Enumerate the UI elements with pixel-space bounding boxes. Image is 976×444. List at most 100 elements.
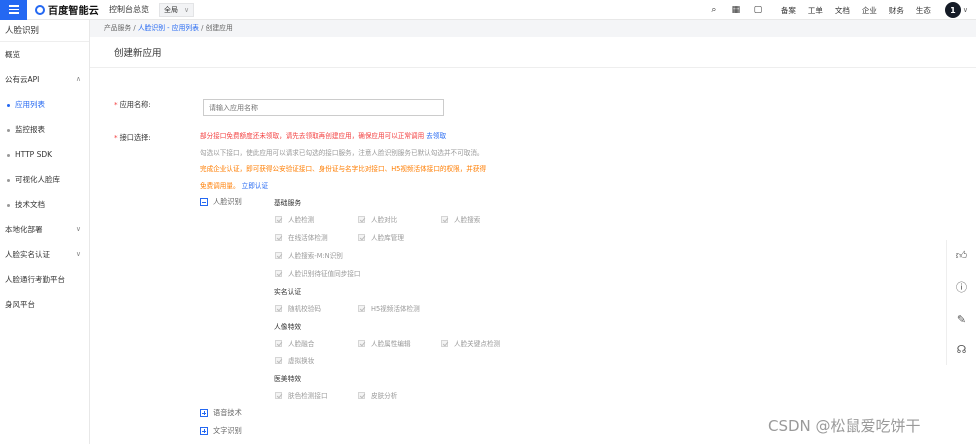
- grid-icon[interactable]: ▦: [725, 5, 747, 15]
- expand-icon[interactable]: [200, 409, 208, 417]
- headset-icon[interactable]: ☊: [957, 343, 967, 356]
- breadcrumb-product[interactable]: 产品服务: [104, 24, 131, 32]
- group-real-name: 实名认证: [274, 288, 302, 296]
- checkbox-skin-color[interactable]: 肤色检测接口: [275, 390, 328, 400]
- group-image: 人像特效: [274, 323, 302, 331]
- logo-icon: [35, 4, 45, 15]
- checkbox-virtual[interactable]: 虚拟换妆: [275, 355, 314, 365]
- group-beauty: 医美特效: [274, 375, 302, 383]
- checkbox-icon[interactable]: [275, 339, 282, 347]
- required-mark: *: [114, 133, 118, 142]
- region-value: 全局: [164, 5, 178, 14]
- sidebar-title: 人脸识别: [0, 20, 89, 42]
- checkbox-label: 虚拟换妆: [288, 357, 315, 365]
- tree-node-speech[interactable]: 语音技术: [200, 408, 242, 418]
- app-name-label-text: 应用名称:: [119, 100, 151, 109]
- checkbox-label: 皮肤分析: [371, 392, 398, 400]
- sidebar-item-visual-lib[interactable]: 可视化人脸库: [0, 167, 89, 192]
- thumbs-up-icon[interactable]: 👍︎: [956, 249, 968, 262]
- sidebar-item-label: HTTP SDK: [15, 150, 53, 159]
- checkbox-label: 人脸对比: [371, 216, 398, 224]
- checkbox-label: 人脸搜索-M:N识别: [288, 252, 343, 260]
- checkbox-sync: 人脸识别待征值同步接口: [275, 268, 361, 278]
- sidebar-item-access[interactable]: 人脸通行考勤平台: [0, 267, 89, 292]
- help-icon[interactable]: ⓘ: [956, 279, 967, 295]
- checkbox-label: 人脸识别待征值同步接口: [288, 270, 361, 278]
- checkbox-label: 人脸检测: [288, 216, 315, 224]
- checkbox-keypoint[interactable]: 人脸关键点检测: [441, 338, 500, 348]
- sidebar-item-label: 本地化部署: [5, 225, 43, 234]
- breadcrumb-separator: /: [198, 24, 206, 32]
- sidebar-item-http-sdk[interactable]: HTTP SDK: [0, 142, 89, 167]
- nav-ecosystem[interactable]: 生态: [916, 5, 931, 16]
- sidebar-item-monitor[interactable]: 监控报表: [0, 117, 89, 142]
- checkbox-icon: [275, 215, 282, 223]
- checkbox-h5: H5视频活体检测: [358, 303, 420, 313]
- checkbox-icon[interactable]: [275, 391, 282, 399]
- checkbox-icon[interactable]: [358, 339, 365, 347]
- main-panel: 创建新应用 *应用名称: *接口选择: 部分接口免费额度还未领取，请先去领取再创…: [90, 37, 976, 444]
- checkbox-label: 人脸属性编辑: [371, 340, 411, 348]
- avatar[interactable]: 1: [944, 2, 961, 18]
- sidebar-item-app-list[interactable]: 应用列表: [0, 92, 89, 117]
- region-select[interactable]: 全局 ∨: [159, 2, 195, 17]
- checkbox-attr-edit[interactable]: 人脸属性编辑: [358, 338, 411, 348]
- bullet-icon: [7, 128, 10, 132]
- edit-icon[interactable]: ✎: [957, 313, 966, 326]
- api-label-text: 接口选择:: [119, 133, 151, 142]
- checkbox-skin[interactable]: 皮肤分析: [358, 390, 397, 400]
- sidebar-item-risk[interactable]: 身风平台: [0, 292, 89, 317]
- nav-docs[interactable]: 文档: [835, 5, 850, 16]
- sidebar-item-label: 公有云API: [5, 75, 40, 84]
- checkbox-icon[interactable]: [358, 391, 365, 399]
- expand-icon[interactable]: [200, 427, 208, 435]
- checkbox-merge[interactable]: 人脸融合: [275, 338, 314, 348]
- checkbox-detect: 人脸检测: [275, 214, 314, 224]
- console-link[interactable]: 控制台总览: [109, 4, 149, 15]
- note-select: 勾选以下接口，使此应用可以请求已勾选的接口服务，注意人脸识别服务已默认勾选并不可…: [200, 148, 484, 157]
- sidebar-item-real-name[interactable]: 人脸实名认证 ∨: [0, 242, 89, 267]
- claim-link[interactable]: 去领取: [426, 132, 446, 140]
- sidebar-item-overview[interactable]: 概览: [0, 42, 89, 67]
- chevron-up-icon: ∧: [75, 75, 81, 83]
- sidebar-item-label: 监控报表: [15, 125, 45, 134]
- logo[interactable]: 百度智能云: [35, 2, 99, 17]
- checkbox-icon[interactable]: [275, 356, 282, 364]
- bullet-icon: [7, 153, 10, 157]
- api-notes: 部分接口免费额度还未领取，请先去领取再创建应用，确保应用可以正常调用 去领取 勾…: [200, 128, 540, 194]
- breadcrumb-app-list[interactable]: 人脸识别 - 应用列表: [138, 24, 199, 32]
- top-bar: 百度智能云 控制台总览 全局 ∨ ⌕ ▦ ▢ 备案 工单 文档 企业 财务 生态…: [0, 0, 976, 20]
- sidebar-item-local-deploy[interactable]: 本地化部署 ∨: [0, 217, 89, 242]
- sidebar-item-label: 人脸实名认证: [5, 250, 50, 259]
- tree-node-face[interactable]: 人脸识别: [200, 197, 242, 207]
- checkbox-label: 人脸关键点检测: [454, 340, 501, 348]
- checkbox-icon[interactable]: [441, 339, 448, 347]
- chevron-down-icon: ∨: [184, 5, 190, 14]
- sidebar-item-public-api[interactable]: 公有云API ∧: [0, 67, 89, 92]
- checkbox-search-mn: 人脸搜索-M:N识别: [275, 250, 343, 260]
- nav-ticket[interactable]: 工单: [808, 5, 823, 16]
- sidebar-item-tech-docs[interactable]: 技术文档: [0, 192, 89, 217]
- chevron-down-icon[interactable]: ∨: [963, 6, 968, 14]
- breadcrumb-separator: /: [131, 24, 138, 32]
- checkbox-icon: [275, 269, 282, 277]
- app-name-input[interactable]: [203, 99, 444, 116]
- message-icon[interactable]: ▢: [747, 5, 769, 15]
- bullet-icon: [7, 178, 10, 182]
- api-label: * 接口选择:: [114, 133, 151, 143]
- collapse-icon[interactable]: [200, 198, 208, 206]
- app-name-label: * 应用名称:: [114, 100, 151, 110]
- nav-enterprise[interactable]: 企业: [862, 5, 877, 16]
- nav-beian[interactable]: 备案: [781, 5, 796, 16]
- checkbox-label: 人脸搜索: [454, 216, 481, 224]
- checkbox-icon: [275, 233, 282, 241]
- menu-icon[interactable]: [0, 0, 27, 20]
- tree-node-ocr[interactable]: 文字识别: [200, 426, 242, 436]
- verify-link[interactable]: 立即认证: [242, 182, 268, 190]
- checkbox-icon: [358, 215, 365, 223]
- bullet-icon: [7, 103, 10, 107]
- checkbox-lib-manage: 人脸库管理: [358, 232, 404, 242]
- nav-finance[interactable]: 财务: [889, 5, 904, 16]
- checkbox-code: 随机校验码: [275, 303, 321, 313]
- search-icon[interactable]: ⌕: [703, 5, 725, 15]
